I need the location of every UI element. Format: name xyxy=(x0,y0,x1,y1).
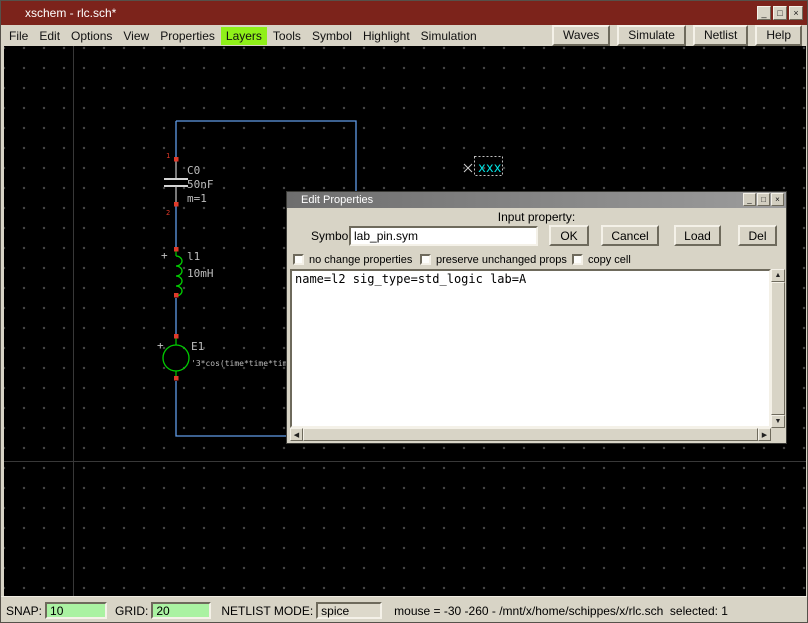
checkbox-copy-cell[interactable]: copy cell xyxy=(572,253,631,266)
netlist-mode-label: NETLIST MODE: xyxy=(221,604,313,618)
component-name: l1 xyxy=(187,250,200,263)
dialog-controls: _ □ × xyxy=(743,193,784,206)
dialog-maximize-icon[interactable]: □ xyxy=(757,193,770,206)
component-name: C0 xyxy=(187,164,200,177)
component-value: 10mH xyxy=(187,267,214,280)
component-value: '3*cos(time*time*time* xyxy=(191,359,297,368)
pin-square xyxy=(174,202,179,207)
ok-button[interactable]: OK xyxy=(549,225,589,246)
statusbar: SNAP: 10 GRID: 20 NETLIST MODE: spice mo… xyxy=(1,596,807,623)
checkbox-icon[interactable] xyxy=(293,254,304,265)
window-controls: _ □ × xyxy=(757,6,803,20)
netlist-button[interactable]: Netlist xyxy=(693,25,748,46)
grid-label: GRID: xyxy=(115,604,148,618)
checkbox-icon[interactable] xyxy=(572,254,583,265)
voltage-source-e1[interactable]: + E1 '3*cos(time*time*time* xyxy=(157,334,297,381)
horizontal-scrollbar[interactable]: ◀ ▶ xyxy=(290,428,771,441)
component-name: E1 xyxy=(191,340,204,353)
snap-label: SNAP: xyxy=(6,604,42,618)
input-property-label: Input property: xyxy=(287,208,786,224)
del-button[interactable]: Del xyxy=(738,225,777,246)
menu-highlight[interactable]: Highlight xyxy=(358,27,415,45)
load-button[interactable]: Load xyxy=(674,225,721,246)
scroll-down-icon[interactable]: ▼ xyxy=(771,415,785,428)
pin-square xyxy=(174,247,179,252)
horizontal-scroll-thumb[interactable] xyxy=(303,428,758,441)
anchor-cross-icon xyxy=(464,164,472,172)
pin-number: 2 xyxy=(166,209,170,217)
dialog-titlebar[interactable]: Edit Properties _ □ × xyxy=(287,192,786,208)
close-icon[interactable]: × xyxy=(789,6,803,20)
checkbox-label: copy cell xyxy=(588,254,631,266)
waves-button[interactable]: Waves xyxy=(552,25,610,46)
pin-square xyxy=(174,293,179,298)
vertical-scrollbar[interactable]: ▲ ▼ xyxy=(771,269,785,428)
net-label-text: xxx xyxy=(478,161,502,176)
vertical-scroll-thumb[interactable] xyxy=(771,282,785,415)
pin-number: 1 xyxy=(166,152,170,160)
menu-properties[interactable]: Properties xyxy=(155,27,220,45)
checkbox-label: preserve unchanged props xyxy=(436,254,567,266)
checkbox-icon[interactable] xyxy=(420,254,431,265)
titlebar[interactable]: xschem - rlc.sch* _ □ × xyxy=(1,1,807,25)
dialog-minimize-icon[interactable]: _ xyxy=(743,193,756,206)
capacitor-c0[interactable]: 1 2 C0 50nF m=1 xyxy=(164,152,214,217)
scroll-up-icon[interactable]: ▲ xyxy=(771,269,785,282)
menubar: File Edit Options View Properties Layers… xyxy=(1,25,807,46)
pin-square xyxy=(174,334,179,339)
simulate-button[interactable]: Simulate xyxy=(617,25,686,46)
properties-textarea[interactable]: name=l2 sig_type=std_logic lab=A xyxy=(290,269,771,428)
dialog-title: Edit Properties xyxy=(301,194,373,206)
polarity-plus: + xyxy=(161,249,168,262)
edit-properties-dialog: Edit Properties _ □ × Input property: Sy… xyxy=(286,191,787,444)
help-button[interactable]: Help xyxy=(755,25,802,46)
menu-layers[interactable]: Layers xyxy=(221,27,267,45)
polarity-plus: + xyxy=(157,339,164,352)
menu-tools[interactable]: Tools xyxy=(268,27,306,45)
menu-right-group: Waves Simulate Netlist Help xyxy=(552,25,807,46)
menu-options[interactable]: Options xyxy=(66,27,117,45)
dialog-close-icon[interactable]: × xyxy=(771,193,784,206)
dialog-body: Input property: Symbol OK Cancel Load De… xyxy=(287,208,786,443)
xschem-window: xschem - rlc.sch* _ □ × File Edit Option… xyxy=(0,0,808,623)
symbol-input[interactable] xyxy=(349,226,538,246)
pin-square xyxy=(174,376,179,381)
cancel-button[interactable]: Cancel xyxy=(601,225,659,246)
netlist-mode-input[interactable]: spice xyxy=(316,602,382,619)
menu-view[interactable]: View xyxy=(118,27,154,45)
window-title: xschem - rlc.sch* xyxy=(25,6,116,20)
checkbox-preserve-unchanged[interactable]: preserve unchanged props xyxy=(420,253,567,266)
checkbox-label: no change properties xyxy=(309,254,412,266)
net-label-xxx[interactable]: xxx xyxy=(464,157,503,177)
mouse-status-text: mouse = -30 -260 - /mnt/x/home/schippes/… xyxy=(394,604,728,618)
checkbox-no-change-properties[interactable]: no change properties xyxy=(293,253,412,266)
scroll-left-icon[interactable]: ◀ xyxy=(290,428,303,441)
pin-square xyxy=(174,157,179,162)
component-value: 50nF xyxy=(187,178,214,191)
menu-symbol[interactable]: Symbol xyxy=(307,27,357,45)
minimize-icon[interactable]: _ xyxy=(757,6,771,20)
menu-edit[interactable]: Edit xyxy=(34,27,65,45)
symbol-label: Symbol xyxy=(311,229,351,243)
menu-simulation[interactable]: Simulation xyxy=(416,27,482,45)
component-extra: m=1 xyxy=(187,192,207,205)
grid-input[interactable]: 20 xyxy=(151,602,211,619)
inductor-l1[interactable]: + l1 10mH xyxy=(161,247,214,298)
scroll-right-icon[interactable]: ▶ xyxy=(758,428,771,441)
maximize-icon[interactable]: □ xyxy=(773,6,787,20)
snap-input[interactable]: 10 xyxy=(45,602,107,619)
menu-file[interactable]: File xyxy=(4,27,33,45)
